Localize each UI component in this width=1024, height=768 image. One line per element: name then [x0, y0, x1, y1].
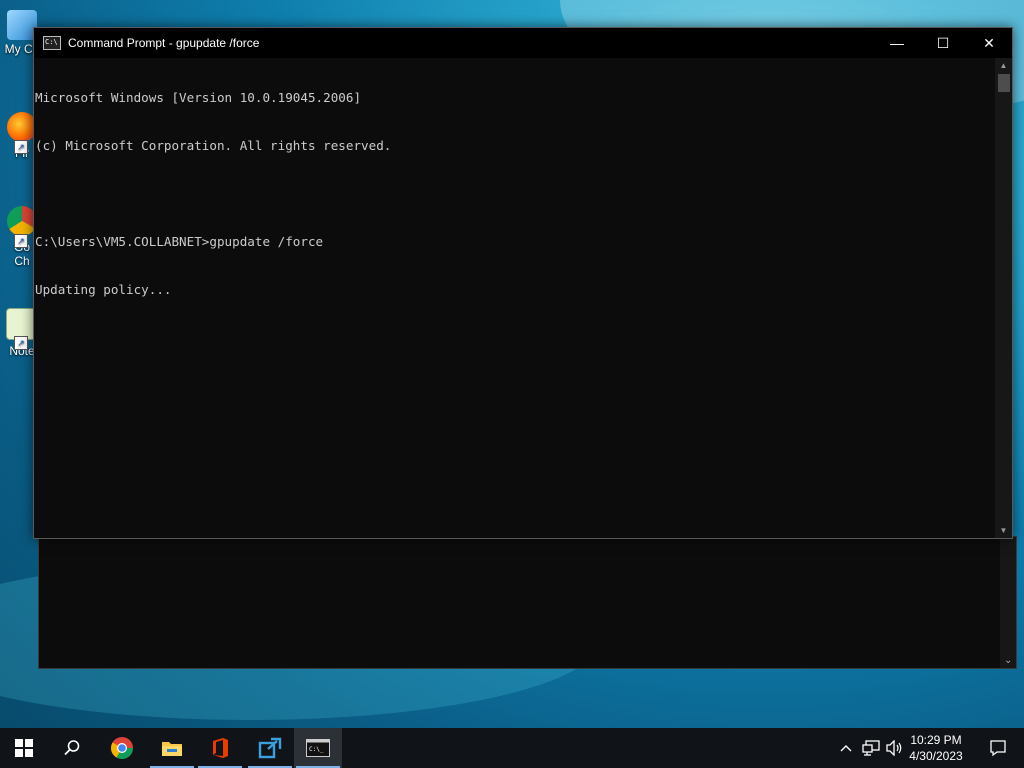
chrome-icon [111, 737, 133, 759]
shortcut-arrow-icon: ↗ [14, 336, 28, 350]
minimize-button[interactable]: — [874, 28, 920, 58]
clock-date: 4/30/2023 [909, 749, 963, 763]
command-prompt-window[interactable]: C:\ Command Prompt - gpupdate /force — ☐… [33, 27, 1013, 539]
taskbar-file-explorer[interactable] [148, 728, 196, 768]
scrollbar-thumb[interactable] [998, 74, 1010, 92]
notifications-button[interactable] [986, 728, 1010, 768]
window-controls: — ☐ ✕ [874, 28, 1012, 58]
system-clock[interactable]: 10:29 PM 4/30/2023 [900, 732, 972, 764]
shortcut-arrow-icon: ↗ [14, 140, 28, 154]
console-line: Updating policy... [35, 282, 172, 297]
minimize-icon: — [890, 35, 904, 51]
console-line: C:\Users\VM5.COLLABNET>gpupdate /force [35, 234, 324, 249]
close-icon: ✕ [983, 34, 995, 51]
taskbar-app-tool[interactable] [246, 728, 294, 768]
console-line: (c) Microsoft Corporation. All rights re… [35, 138, 392, 153]
close-button[interactable]: ✕ [966, 28, 1012, 58]
network-icon [862, 740, 880, 756]
folder-icon [162, 742, 182, 756]
chevron-up-icon [840, 745, 852, 752]
window-title: Command Prompt - gpupdate /force [68, 36, 260, 50]
windows-logo-icon [15, 739, 33, 757]
notification-icon [990, 740, 1006, 757]
title-bar[interactable]: C:\ Command Prompt - gpupdate /force — ☐… [34, 28, 1012, 58]
cmd-icon: C:\ [43, 36, 61, 50]
scroll-down-icon[interactable]: ▼ [995, 526, 1012, 535]
clock-time: 10:29 PM [910, 733, 962, 747]
vertical-scrollbar[interactable]: ▲ ▼ [995, 58, 1012, 538]
console-output[interactable]: Microsoft Windows [Version 10.0.19045.20… [34, 58, 995, 538]
taskbar: C:\_ 10:29 PM 4/30/2023 [0, 728, 1024, 768]
search-icon [64, 740, 80, 756]
taskbar-office[interactable] [196, 728, 244, 768]
taskbar-command-prompt[interactable]: C:\_ [294, 728, 342, 768]
search-button[interactable] [48, 728, 96, 768]
tool-app-icon [258, 737, 282, 759]
network-button[interactable] [860, 728, 882, 768]
scroll-up-icon[interactable]: ▲ [995, 61, 1012, 70]
shortcut-arrow-icon: ↗ [14, 234, 28, 248]
start-button[interactable] [0, 728, 48, 768]
taskbar-chrome[interactable] [98, 728, 146, 768]
office-icon [213, 738, 228, 758]
background-scrollbar[interactable]: ⌄ [1000, 537, 1016, 668]
scroll-down-icon[interactable]: ⌄ [1004, 655, 1012, 666]
maximize-icon: ☐ [936, 34, 950, 51]
cmd-icon: C:\_ [306, 739, 330, 757]
show-hidden-icons-button[interactable] [836, 728, 856, 768]
background-console-window[interactable]: ⌄ [38, 536, 1017, 669]
svg-text:C:\_: C:\_ [309, 746, 324, 753]
console-line: Microsoft Windows [Version 10.0.19045.20… [35, 90, 362, 105]
maximize-button[interactable]: ☐ [920, 28, 966, 58]
